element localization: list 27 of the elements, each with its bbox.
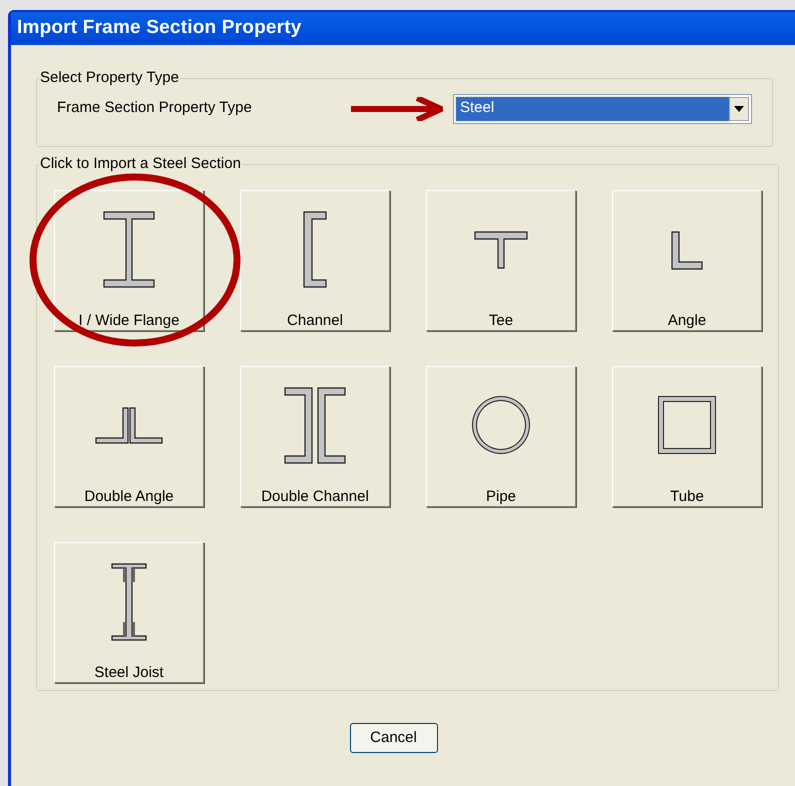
section-button[interactable]: Pipe	[426, 366, 576, 506]
section-button[interactable]: Tee	[426, 190, 576, 330]
section-button[interactable]: I / Wide Flange	[54, 190, 204, 330]
channel-icon	[303, 210, 327, 288]
section-button[interactable]: Angle	[612, 190, 762, 330]
window-title: Import Frame Section Property	[17, 16, 302, 40]
section-button[interactable]: Double Angle	[54, 366, 204, 506]
dropdown-caret-icon[interactable]	[729, 96, 749, 120]
field-label: Frame Section Property Type	[57, 98, 253, 118]
ring-icon	[472, 396, 530, 454]
square-icon	[658, 396, 716, 454]
i-beam-icon	[103, 210, 155, 288]
section-button[interactable]: Steel Joist	[54, 542, 204, 682]
property-type-dropdown[interactable]: Steel	[453, 94, 752, 124]
angle-icon	[671, 230, 703, 270]
double-angle-icon	[95, 406, 163, 444]
cancel-button[interactable]: Cancel	[350, 723, 438, 753]
section-button[interactable]: Tube	[612, 366, 762, 506]
section-button[interactable]: Double Channel	[240, 366, 390, 506]
group-title: Select Property Type	[39, 68, 180, 88]
joist-icon	[111, 562, 147, 640]
arrow-icon	[351, 96, 443, 120]
section-button[interactable]: Channel	[240, 190, 390, 330]
dropdown-value: Steel	[456, 96, 729, 120]
group-title: Click to Import a Steel Section	[39, 154, 242, 174]
double-channel-icon	[284, 386, 346, 464]
tee-icon	[474, 230, 528, 268]
